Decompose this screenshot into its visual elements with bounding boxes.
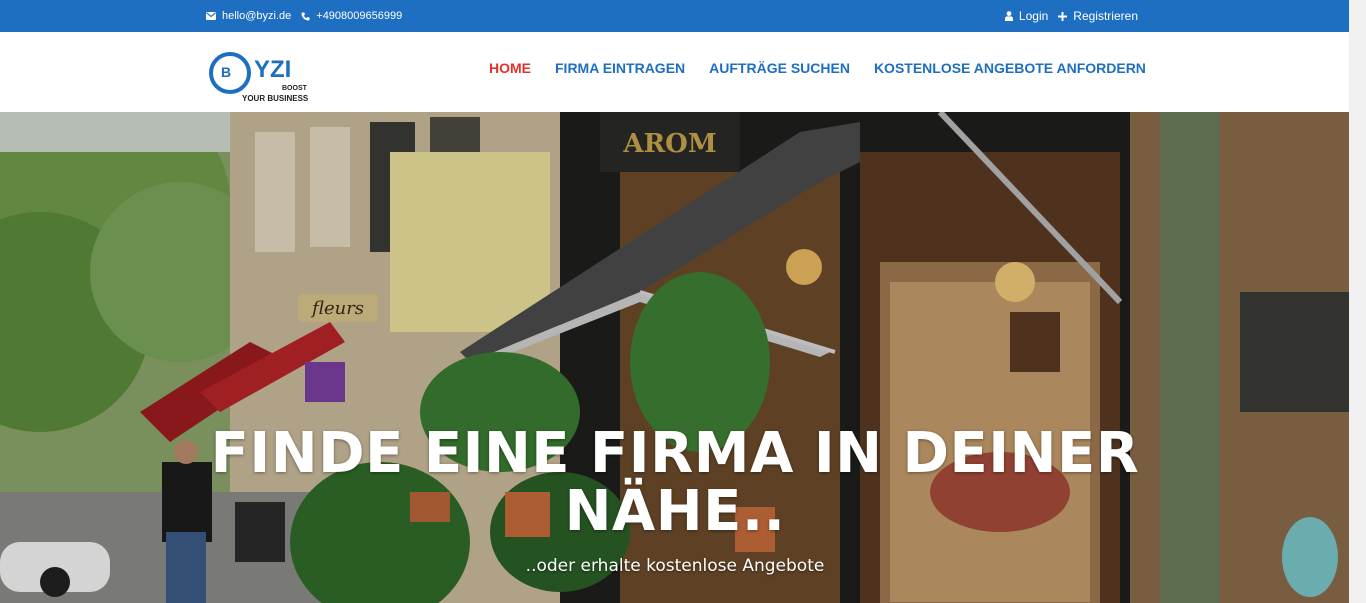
site-header: B YZI BOOST YOUR BUSINESS HOME FIRMA EIN… bbox=[0, 32, 1349, 112]
login-link[interactable]: Login bbox=[1004, 9, 1049, 23]
phone-link[interactable]: +4908009656999 bbox=[301, 10, 402, 22]
register-label: Registrieren bbox=[1073, 9, 1138, 23]
logo-letter: B bbox=[221, 64, 232, 80]
nav-firma-eintragen[interactable]: FIRMA EINTRAGEN bbox=[555, 60, 685, 76]
page-scrollbar[interactable] bbox=[1349, 0, 1366, 603]
login-label: Login bbox=[1018, 9, 1049, 23]
byzi-logo[interactable]: B YZI BOOST YOUR BUSINESS bbox=[209, 51, 319, 107]
user-icon bbox=[1004, 11, 1013, 21]
logo-tagline-bottom: YOUR BUSINESS bbox=[242, 94, 309, 103]
phone-text: +4908009656999 bbox=[316, 10, 403, 22]
nav-home[interactable]: HOME bbox=[489, 60, 531, 76]
top-bar: hello@byzi.de +4908009656999 Login Regis… bbox=[0, 0, 1349, 32]
plus-icon bbox=[1058, 11, 1068, 21]
contact-info: hello@byzi.de +4908009656999 bbox=[206, 0, 402, 32]
account-links: Login Registrieren bbox=[1004, 0, 1138, 32]
hero-section: fleurs AROM FINDE EINE FIRMA IN DEINER N… bbox=[0, 112, 1349, 603]
hero-subtitle: ..oder erhalte kostenlose Angebote bbox=[525, 556, 825, 576]
main-nav: HOME FIRMA EINTRAGEN AUFTRÄGE SUCHEN KOS… bbox=[489, 32, 1146, 104]
register-link[interactable]: Registrieren bbox=[1058, 9, 1138, 23]
phone-icon bbox=[301, 11, 310, 21]
nav-kostenlose-angebote[interactable]: KOSTENLOSE ANGEBOTE ANFORDERN bbox=[874, 60, 1146, 76]
email-link[interactable]: hello@byzi.de bbox=[206, 10, 291, 22]
logo-word: YZI bbox=[254, 56, 292, 83]
hero-title: FINDE EINE FIRMA IN DEINER NÄHE.. bbox=[210, 421, 1140, 544]
envelope-icon bbox=[206, 12, 216, 20]
nav-auftraege-suchen[interactable]: AUFTRÄGE SUCHEN bbox=[709, 60, 850, 76]
email-text: hello@byzi.de bbox=[222, 10, 292, 22]
logo-tagline-top: BOOST bbox=[282, 85, 307, 92]
